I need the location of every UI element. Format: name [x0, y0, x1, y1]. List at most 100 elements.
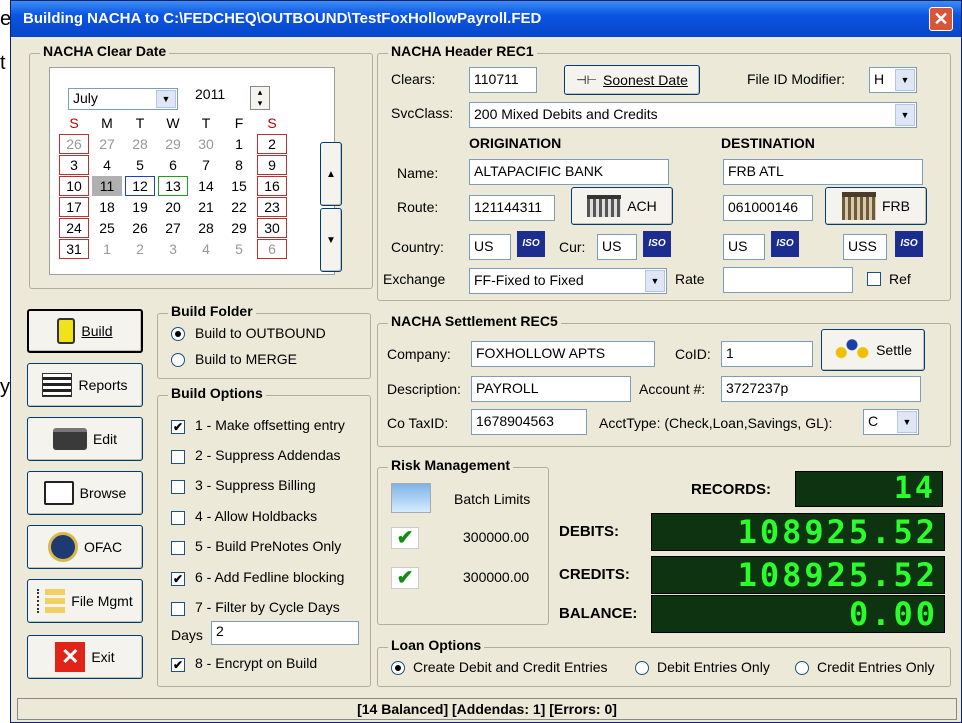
- calendar-day[interactable]: 28: [125, 134, 155, 154]
- calendar-day[interactable]: 24: [59, 218, 89, 238]
- orig-country-field[interactable]: US: [469, 234, 511, 260]
- calendar-day[interactable]: 9: [257, 155, 287, 175]
- calendar-day[interactable]: 10: [59, 176, 89, 196]
- loan-debit-radio[interactable]: [635, 661, 649, 675]
- calendar-day[interactable]: 8: [224, 155, 254, 175]
- calendar-day[interactable]: 31: [59, 239, 89, 259]
- calendar-up-button[interactable]: ▲: [320, 142, 342, 206]
- calendar-day[interactable]: 1: [92, 239, 122, 259]
- calendar-day[interactable]: 29: [158, 134, 188, 154]
- calendar-day[interactable]: 6: [257, 239, 287, 259]
- edit-button[interactable]: Edit: [27, 417, 143, 461]
- ref-checkbox[interactable]: [867, 272, 881, 286]
- build-option-checkbox[interactable]: [171, 511, 185, 525]
- calendar-day[interactable]: 28: [191, 218, 221, 238]
- weekday-header: T: [135, 115, 145, 131]
- settle-button[interactable]: Settle: [821, 329, 925, 371]
- calendar-day[interactable]: 11: [92, 176, 122, 196]
- build-option-checkbox[interactable]: ✔: [171, 572, 185, 586]
- iso-icon[interactable]: ISO: [517, 231, 545, 257]
- orig-route-field[interactable]: 121144311: [469, 195, 555, 221]
- calendar-day[interactable]: 2: [125, 239, 155, 259]
- orig-name-field[interactable]: ALTAPACIFIC BANK: [469, 159, 669, 185]
- exit-button[interactable]: ✕ Exit: [27, 635, 143, 679]
- build-option-checkbox[interactable]: [171, 450, 185, 464]
- close-button[interactable]: ✕: [929, 7, 953, 31]
- calendar-day[interactable]: 23: [257, 197, 287, 217]
- coid-field[interactable]: 1: [721, 341, 813, 367]
- soonest-date-button[interactable]: ⊣⊢ Soonest Date: [564, 65, 700, 95]
- iso-icon[interactable]: ISO: [643, 231, 671, 257]
- calendar-day[interactable]: 26: [125, 218, 155, 238]
- calendar-day[interactable]: 4: [92, 155, 122, 175]
- calendar-day[interactable]: 3: [59, 155, 89, 175]
- taxid-field[interactable]: 1678904563: [471, 409, 587, 435]
- calendar-day[interactable]: 19: [125, 197, 155, 217]
- rate-field[interactable]: [723, 267, 853, 293]
- build-option-checkbox[interactable]: [171, 602, 185, 616]
- svcclass-select[interactable]: 200 Mixed Debits and Credits ▼: [469, 102, 917, 128]
- calendar-day[interactable]: 1: [224, 134, 254, 154]
- ofac-button[interactable]: OFAC: [27, 525, 143, 569]
- build-option-checkbox[interactable]: ✔: [171, 420, 185, 434]
- calendar-day[interactable]: 20: [158, 197, 188, 217]
- loan-credit-radio[interactable]: [795, 661, 809, 675]
- calendar-day[interactable]: 30: [191, 134, 221, 154]
- calendar-day[interactable]: 27: [158, 218, 188, 238]
- days-field[interactable]: 2: [211, 621, 359, 645]
- calendar-down-button[interactable]: ▼: [320, 208, 342, 272]
- rate-label: Rate: [675, 271, 705, 287]
- calendar-day[interactable]: 2: [257, 134, 287, 154]
- loan-both-radio[interactable]: [391, 661, 405, 675]
- calendar-day[interactable]: 7: [191, 155, 221, 175]
- calendar-day[interactable]: 18: [92, 197, 122, 217]
- iso-icon[interactable]: ISO: [895, 231, 923, 257]
- calendar-day[interactable]: 16: [257, 176, 287, 196]
- calendar-day[interactable]: 6: [158, 155, 188, 175]
- year-spinner[interactable]: ▴ ▾: [250, 86, 270, 110]
- exchange-select[interactable]: FF-Fixed to Fixed ▼: [469, 268, 667, 294]
- calendar-day[interactable]: 5: [224, 239, 254, 259]
- calendar-day[interactable]: 3: [158, 239, 188, 259]
- calendar-day[interactable]: 14: [191, 176, 221, 196]
- file-id-select[interactable]: H ▼: [869, 67, 917, 93]
- build-outbound-radio[interactable]: [171, 327, 185, 341]
- calendar-day[interactable]: 5: [125, 155, 155, 175]
- calendar-day[interactable]: 25: [92, 218, 122, 238]
- calendar-day[interactable]: 12: [125, 176, 155, 196]
- dest-name-field[interactable]: FRB ATL: [723, 159, 923, 185]
- build-button[interactable]: Build: [27, 309, 143, 353]
- ach-button[interactable]: ACH: [571, 187, 673, 225]
- account-field[interactable]: 3727237p: [721, 376, 921, 402]
- file-mgmt-button[interactable]: File Mgmt: [27, 579, 143, 623]
- dest-country-field[interactable]: US: [723, 234, 765, 260]
- calendar-day[interactable]: 15: [224, 176, 254, 196]
- dest-cur-field[interactable]: USS: [843, 234, 887, 260]
- build-option-checkbox[interactable]: [171, 541, 185, 555]
- calendar-day[interactable]: 21: [191, 197, 221, 217]
- clears-field[interactable]: 110711: [469, 67, 537, 93]
- build-merge-radio[interactable]: [171, 353, 185, 367]
- build-option-checkbox[interactable]: ✔: [171, 658, 185, 672]
- description-field[interactable]: PAYROLL: [471, 376, 631, 402]
- calendar-day[interactable]: 30: [257, 218, 287, 238]
- calendar-day[interactable]: 26: [59, 134, 89, 154]
- reports-button[interactable]: Reports: [27, 363, 143, 407]
- calendar-day[interactable]: 27: [92, 134, 122, 154]
- month-select[interactable]: July ▼: [68, 88, 178, 110]
- company-field[interactable]: FOXHOLLOW APTS: [471, 341, 655, 367]
- build-option-checkbox[interactable]: [171, 480, 185, 494]
- calendar-day[interactable]: 22: [224, 197, 254, 217]
- dest-route-field[interactable]: 061000146: [723, 195, 813, 221]
- iso-icon[interactable]: ISO: [771, 231, 799, 257]
- spin-down-icon[interactable]: ▾: [251, 98, 269, 109]
- calendar-day[interactable]: 4: [191, 239, 221, 259]
- calendar-day[interactable]: 13: [158, 176, 188, 196]
- browse-button[interactable]: Browse: [27, 471, 143, 515]
- accttype-select[interactable]: C ▼: [863, 409, 919, 435]
- spin-up-icon[interactable]: ▴: [251, 87, 269, 98]
- calendar-day[interactable]: 29: [224, 218, 254, 238]
- calendar-day[interactable]: 17: [59, 197, 89, 217]
- orig-cur-field[interactable]: US: [597, 234, 637, 260]
- frb-button[interactable]: FRB: [825, 187, 927, 225]
